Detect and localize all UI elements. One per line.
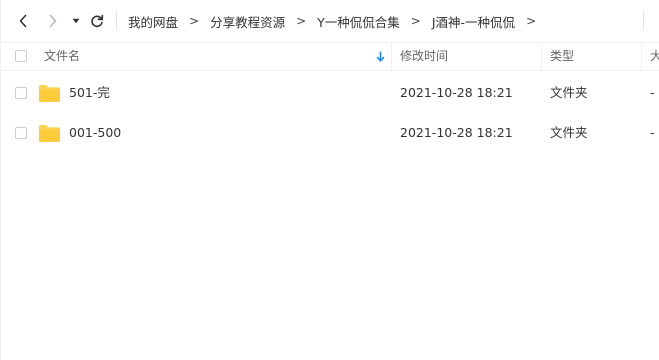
breadcrumb-separator: >	[410, 14, 421, 28]
folder-icon	[39, 125, 60, 145]
breadcrumb-separator: >	[296, 14, 307, 28]
file-type: 文件夹	[550, 85, 588, 100]
column-header-type[interactable]: 类型	[550, 43, 574, 70]
file-name[interactable]: 001-500	[69, 113, 121, 153]
column-divider[interactable]	[541, 43, 542, 70]
file-list-header: 文件名 修改时间 类型 大	[0, 42, 659, 71]
breadcrumb-item-root[interactable]: 我的网盘	[128, 12, 178, 31]
file-modified: 2021-10-28 18:21	[400, 125, 513, 140]
column-divider[interactable]	[391, 43, 392, 70]
file-name[interactable]: 501-完	[69, 73, 110, 113]
forward-button[interactable]	[44, 9, 62, 33]
file-row[interactable]: 501-完 2021-10-28 18:21 文件夹 -	[1, 73, 659, 113]
file-size: -	[650, 85, 655, 100]
column-header-size[interactable]: 大	[650, 43, 659, 70]
chevron-right-icon	[48, 14, 58, 28]
refresh-button[interactable]	[88, 9, 106, 33]
column-header-name[interactable]: 文件名	[44, 43, 80, 70]
back-button[interactable]	[14, 9, 32, 33]
refresh-icon	[90, 14, 104, 28]
breadcrumb: 我的网盘 > 分享教程资源 > Y一种侃侃合集 > J酒神-一种侃侃 >	[128, 0, 547, 42]
chevron-left-icon	[18, 14, 28, 28]
toolbar-divider	[116, 12, 117, 30]
file-type: 文件夹	[550, 125, 588, 140]
row-checkbox[interactable]	[15, 87, 27, 99]
file-size: -	[650, 125, 655, 140]
column-divider[interactable]	[641, 43, 642, 70]
history-dropdown-button[interactable]	[70, 9, 82, 33]
breadcrumb-item-share[interactable]: 分享教程资源	[210, 12, 285, 31]
column-header-modified[interactable]: 修改时间	[400, 43, 448, 70]
breadcrumb-item-current[interactable]: J酒神-一种侃侃	[432, 12, 515, 31]
navigation-toolbar: 我的网盘 > 分享教程资源 > Y一种侃侃合集 > J酒神-一种侃侃 >	[0, 0, 659, 42]
select-all-checkbox[interactable]	[15, 50, 27, 62]
toolbar-end-divider	[643, 12, 644, 30]
breadcrumb-item-collection[interactable]: Y一种侃侃合集	[317, 12, 400, 31]
caret-down-icon	[72, 18, 80, 24]
breadcrumb-separator: >	[189, 14, 200, 28]
file-modified: 2021-10-28 18:21	[400, 85, 513, 100]
folder-icon	[39, 85, 60, 105]
row-checkbox[interactable]	[15, 127, 27, 139]
file-row[interactable]: 001-500 2021-10-28 18:21 文件夹 -	[1, 113, 659, 153]
sort-arrow-down-icon[interactable]	[376, 51, 385, 65]
breadcrumb-separator: >	[526, 14, 537, 28]
